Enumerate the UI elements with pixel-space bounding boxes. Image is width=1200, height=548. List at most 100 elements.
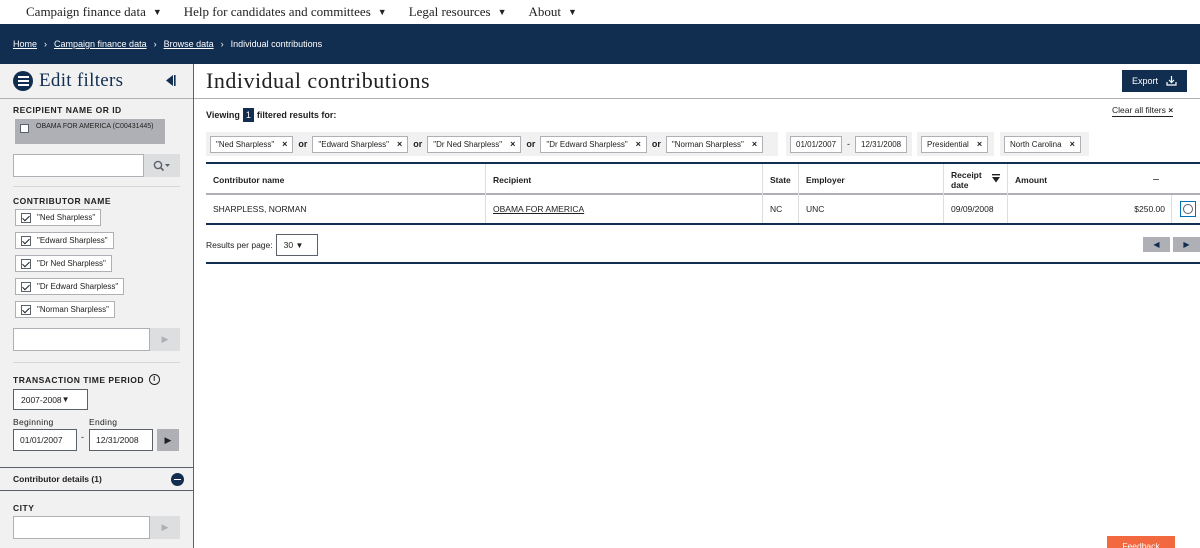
col-employer[interactable]: Employer — [799, 164, 944, 195]
breadcrumb-browse-data[interactable]: Browse data — [164, 39, 214, 49]
download-icon — [1166, 76, 1177, 86]
city-submit-button[interactable]: ▶ — [150, 516, 180, 539]
nav-campaign-finance-data[interactable]: Campaign finance data ▼ — [26, 4, 162, 20]
close-icon[interactable]: × — [752, 139, 757, 149]
next-page-button[interactable]: ▶ — [1173, 237, 1200, 252]
nav-label: Legal resources — [408, 4, 491, 19]
sort-neutral-icon[interactable] — [1153, 179, 1159, 180]
col-recipient[interactable]: Recipient — [486, 164, 763, 195]
contributor-chip[interactable]: "Dr Ned Sharpless" — [15, 255, 112, 272]
filter-tag: North Carolina × — [1004, 135, 1081, 153]
close-icon[interactable]: × — [1070, 139, 1075, 149]
filter-tag: "Edward Sharpless" × — [312, 135, 409, 153]
cell-contributor-name: SHARPLESS, NORMAN — [206, 195, 486, 223]
col-contributor-name[interactable]: Contributor name — [206, 164, 486, 195]
close-icon[interactable]: × — [282, 139, 287, 149]
recipient-search-button[interactable] — [144, 154, 180, 177]
chevron-down-icon: ▼ — [152, 7, 162, 17]
cell-recipient: OBAMA FOR AMERICA — [486, 195, 763, 223]
filter-tag: "Dr Edward Sharpless" × — [540, 135, 647, 153]
filter-tag-label: "Dr Ned Sharpless" — [433, 139, 503, 149]
contributor-chip-label: "Dr Edward Sharpless" — [37, 282, 119, 291]
beginning-date-input[interactable]: 01/01/2007 — [13, 429, 77, 451]
arrow-left-icon: ◀ — [1153, 240, 1160, 249]
receipt-date-label: Receipt date — [951, 169, 982, 190]
checked-checkbox[interactable] — [21, 304, 31, 315]
contributor-name-input[interactable] — [13, 328, 150, 351]
collapse-sidebar-icon[interactable] — [163, 74, 176, 87]
recipient-chip-label: OBAMA FOR AMERICA (C00431445) — [36, 123, 154, 130]
checked-checkbox[interactable] — [21, 235, 31, 246]
close-icon: × — [1168, 105, 1174, 115]
main-header: Individual contributions Export — [194, 64, 1200, 99]
feedback-button[interactable]: Feedback — [1107, 536, 1175, 548]
per-page-select[interactable]: 30 ▼ — [275, 234, 318, 256]
chevron-down-icon: ▼ — [61, 395, 70, 404]
viewing-suffix: filtered results for: — [256, 110, 337, 120]
contributor-submit-button[interactable]: ▶ — [150, 328, 180, 351]
recipient-link[interactable]: OBAMA FOR AMERICA — [493, 204, 584, 214]
nav-label: About — [528, 4, 562, 19]
filter-tag: 01/01/2007 — [790, 135, 843, 153]
close-icon[interactable]: × — [397, 139, 402, 149]
or-separator: or — [526, 139, 536, 149]
sort-descending-icon[interactable] — [992, 174, 1000, 185]
nav-about[interactable]: About ▼ — [529, 4, 577, 20]
contributor-details-toggle[interactable]: Contributor details (1) — [0, 467, 193, 491]
checked-checkbox[interactable] — [21, 281, 31, 292]
col-receipt-date[interactable]: Receipt date — [944, 164, 1008, 195]
row-details-button[interactable] — [1180, 201, 1196, 217]
contributor-chip[interactable]: "Norman Sharpless" — [15, 301, 115, 318]
ending-date-input[interactable]: 12/31/2008 — [89, 429, 153, 451]
clear-all-label: Clear all filters — [1112, 105, 1166, 115]
contributor-chip[interactable]: "Edward Sharpless" — [15, 232, 114, 249]
state-filter-tags: North Carolina × — [1000, 132, 1089, 156]
play-arrow-icon: ▶ — [164, 434, 172, 445]
nav-label: Help for candidates and committees — [183, 4, 371, 19]
play-arrow-icon: ▶ — [161, 522, 169, 532]
clear-all-filters-link[interactable]: Clear all filters × — [1112, 105, 1174, 117]
breadcrumb-separator: › — [220, 39, 224, 49]
close-icon[interactable]: × — [636, 139, 641, 149]
export-label: Export — [1131, 76, 1158, 86]
close-icon[interactable]: × — [510, 139, 515, 149]
chevron-down-icon: ▼ — [295, 240, 304, 250]
recipient-filter-label: RECIPIENT NAME OR ID — [13, 105, 122, 115]
period-select[interactable]: 2007-2008 ▼ — [13, 389, 88, 410]
breadcrumb-campaign-finance-data[interactable]: Campaign finance data — [54, 39, 147, 49]
per-page-label: Results per page: — [206, 240, 273, 250]
results-summary: Viewing 1 filtered results for: — [206, 108, 336, 122]
or-separator: or — [651, 139, 661, 149]
contributor-chip[interactable]: "Ned Sharpless" — [15, 209, 102, 226]
date-submit-button[interactable]: ▶ — [157, 429, 179, 451]
minus-circle-icon — [171, 473, 184, 486]
per-page-value: 30 — [283, 240, 294, 250]
contributor-chip-label: "Edward Sharpless" — [37, 236, 108, 245]
breadcrumb: Home › Campaign finance data › Browse da… — [0, 24, 1200, 64]
recipient-chip[interactable]: OBAMA FOR AMERICA (C00431445) — [15, 119, 165, 144]
export-button[interactable]: Export — [1122, 70, 1187, 92]
contributor-search: ▶ — [13, 328, 180, 351]
info-icon[interactable]: i — [148, 374, 160, 385]
breadcrumb-home[interactable]: Home — [13, 39, 37, 49]
recipient-search-input[interactable] — [13, 154, 144, 177]
close-icon[interactable]: × — [977, 139, 982, 149]
col-amount[interactable]: Amount — [1008, 164, 1172, 195]
nav-legal-resources[interactable]: Legal resources ▼ — [409, 4, 507, 20]
transaction-period-text: TRANSACTION TIME PERIOD — [13, 374, 144, 385]
top-nav: Campaign finance data ▼ Help for candidat… — [0, 0, 1200, 24]
nav-help-candidates[interactable]: Help for candidates and committees ▼ — [184, 4, 387, 20]
main-content: Individual contributions Export Viewing … — [194, 64, 1200, 548]
results-table: Contributor name Recipient State Employe… — [206, 162, 1200, 225]
filter-tag-label: "Ned Sharpless" — [216, 139, 275, 149]
contributor-chip[interactable]: "Dr Edward Sharpless" — [15, 278, 125, 295]
checked-checkbox[interactable] — [21, 212, 31, 223]
checked-checkbox[interactable] — [21, 258, 31, 269]
recipient-checkbox[interactable] — [20, 124, 29, 133]
recipient-search — [13, 154, 180, 177]
city-input[interactable] — [13, 516, 150, 539]
col-state[interactable]: State — [763, 164, 799, 195]
divider — [206, 262, 1200, 264]
previous-page-button[interactable]: ◀ — [1143, 237, 1170, 252]
breadcrumb-current: Individual contributions — [230, 39, 323, 49]
